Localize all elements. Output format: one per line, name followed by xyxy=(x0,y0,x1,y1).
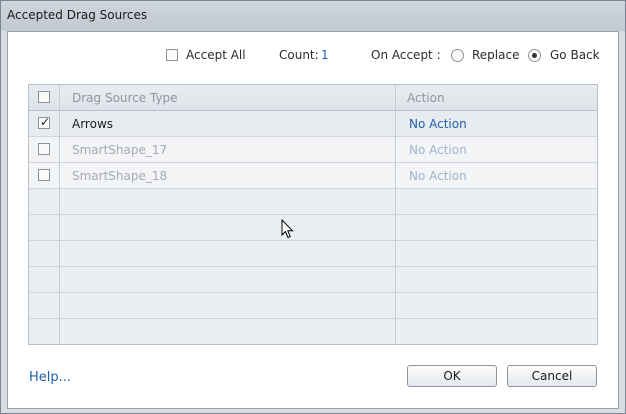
replace-radio[interactable] xyxy=(451,49,464,62)
options-toolbar: Accept All Count: 1 On Accept : Replace … xyxy=(8,46,618,66)
empty-row xyxy=(29,293,597,319)
row-checkbox[interactable] xyxy=(38,169,50,181)
dialog-content: Accept All Count: 1 On Accept : Replace … xyxy=(7,31,619,409)
row-action-link[interactable]: No Action xyxy=(409,169,467,183)
row-checkbox[interactable] xyxy=(38,143,50,155)
row-type: Arrows xyxy=(72,117,114,131)
drag-sources-table: Drag Source Type Action ✓ Arrows No Acti… xyxy=(28,84,598,345)
column-header-action[interactable]: Action xyxy=(407,91,445,105)
column-divider xyxy=(59,85,60,344)
empty-row xyxy=(29,319,597,344)
empty-row xyxy=(29,241,597,267)
replace-label: Replace xyxy=(472,48,520,62)
on-accept-label: On Accept : xyxy=(371,48,441,62)
accept-all-label: Accept All xyxy=(186,48,246,62)
check-icon: ✓ xyxy=(40,115,51,129)
go-back-label: Go Back xyxy=(550,48,600,62)
window-title: Accepted Drag Sources xyxy=(7,8,148,22)
empty-row xyxy=(29,189,597,215)
table-header: Drag Source Type Action xyxy=(29,85,597,111)
count-label: Count: xyxy=(279,48,319,62)
cancel-button[interactable]: Cancel xyxy=(507,365,597,387)
row-checkbox[interactable]: ✓ xyxy=(38,115,51,129)
mouse-cursor-icon xyxy=(281,219,294,239)
row-type: SmartShape_18 xyxy=(72,169,168,183)
ok-button[interactable]: OK xyxy=(407,365,497,387)
table-row[interactable]: SmartShape_18 No Action xyxy=(29,163,597,189)
help-link[interactable]: Help... xyxy=(29,370,71,385)
table-row[interactable]: ✓ Arrows No Action xyxy=(29,111,597,137)
count-value: 1 xyxy=(321,48,329,62)
row-action-link[interactable]: No Action xyxy=(409,117,467,131)
go-back-radio[interactable] xyxy=(528,49,541,62)
column-header-type[interactable]: Drag Source Type xyxy=(72,91,178,105)
column-divider xyxy=(395,85,396,344)
row-action-link[interactable]: No Action xyxy=(409,143,467,157)
title-bar[interactable]: Accepted Drag Sources xyxy=(1,1,625,31)
empty-row xyxy=(29,267,597,293)
empty-row xyxy=(29,215,597,241)
accepted-drag-sources-dialog: Accepted Drag Sources Accept All Count: … xyxy=(0,0,626,414)
accept-all-checkbox[interactable] xyxy=(166,49,178,61)
table-row[interactable]: SmartShape_17 No Action xyxy=(29,137,597,163)
select-all-checkbox[interactable] xyxy=(38,91,50,103)
row-type: SmartShape_17 xyxy=(72,143,168,157)
